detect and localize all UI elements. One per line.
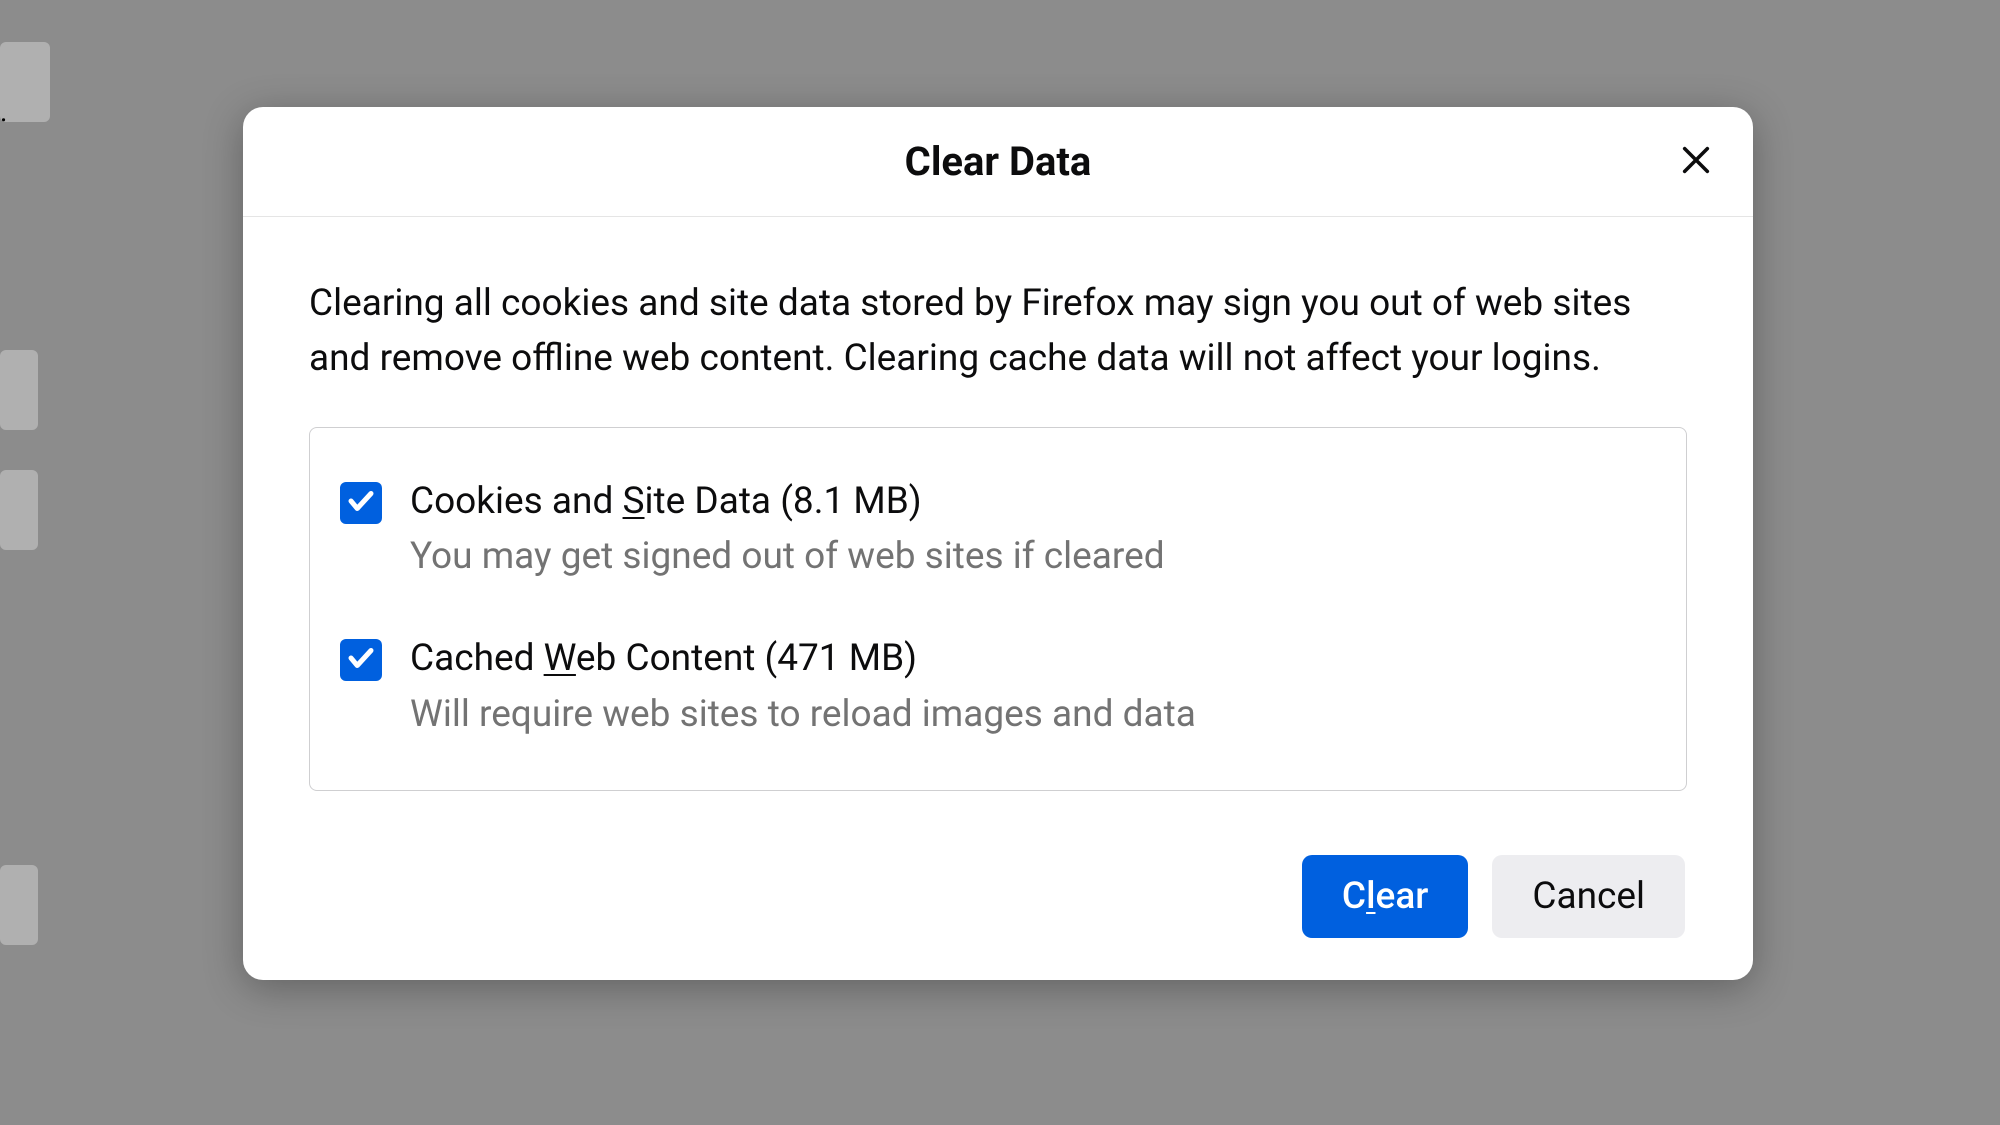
option-text: Cookies and Site Data (8.1 MB) You may g… <box>410 476 1165 585</box>
dialog-header: Clear Data <box>243 107 1753 217</box>
close-button[interactable] <box>1671 137 1721 187</box>
option-cached-web-content: Cached Web Content (471 MB) Will require… <box>340 633 1656 742</box>
background-panel <box>0 42 50 122</box>
clear-button[interactable]: Clear <box>1302 855 1468 938</box>
option-text: Cached Web Content (471 MB) Will require… <box>410 633 1196 742</box>
background-panel <box>0 865 38 945</box>
background-dot: . <box>0 95 7 128</box>
option-access-key: W <box>544 637 576 680</box>
close-icon <box>1679 143 1713 180</box>
checkmark-icon <box>346 643 376 677</box>
option-label-segment: Cookies and <box>410 480 623 523</box>
option-label-segment: Cached <box>410 637 544 680</box>
cancel-button[interactable]: Cancel <box>1492 855 1685 938</box>
button-label-segment: C <box>1342 875 1366 918</box>
option-label[interactable]: Cached Web Content (471 MB) <box>410 633 1196 685</box>
option-cookies-site-data: Cookies and Site Data (8.1 MB) You may g… <box>340 476 1656 585</box>
option-access-key: S <box>623 480 645 523</box>
option-label-segment: eb Content (471 MB) <box>576 637 917 680</box>
button-access-key: l <box>1366 875 1375 918</box>
dialog-title: Clear Data <box>905 138 1092 185</box>
dialog-body: Clearing all cookies and site data store… <box>243 217 1753 831</box>
option-label-segment: ite Data (8.1 MB) <box>645 480 922 523</box>
options-container: Cookies and Site Data (8.1 MB) You may g… <box>309 427 1687 792</box>
option-hint: Will require web sites to reload images … <box>410 687 1196 743</box>
dialog-description: Clearing all cookies and site data store… <box>309 277 1687 387</box>
background-panel <box>0 470 38 550</box>
clear-data-dialog: Clear Data Clearing all cookies and site… <box>243 107 1753 980</box>
background-panel <box>0 350 38 430</box>
checkmark-icon <box>346 486 376 520</box>
option-label[interactable]: Cookies and Site Data (8.1 MB) <box>410 476 1165 528</box>
button-label-segment: ear <box>1376 875 1429 918</box>
checkbox-cookies[interactable] <box>340 482 382 524</box>
checkbox-cache[interactable] <box>340 639 382 681</box>
dialog-footer: Clear Cancel <box>243 831 1753 980</box>
option-hint: You may get signed out of web sites if c… <box>410 529 1165 585</box>
